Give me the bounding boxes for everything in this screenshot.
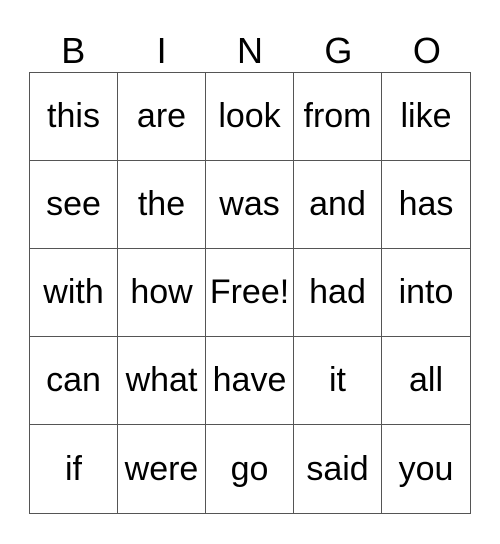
bingo-cell[interactable]: was	[206, 161, 294, 249]
bingo-cell[interactable]: have	[206, 337, 294, 425]
header-letter: O	[412, 30, 441, 71]
bingo-cell[interactable]: the	[118, 161, 206, 249]
bingo-cell[interactable]: what	[118, 337, 206, 425]
bingo-cell[interactable]: had	[294, 249, 382, 337]
bingo-cell[interactable]: see	[30, 161, 118, 249]
bingo-cell[interactable]: and	[294, 161, 382, 249]
header-letter: G	[324, 30, 353, 71]
bingo-cell[interactable]: you	[382, 425, 470, 513]
bingo-cell[interactable]: all	[382, 337, 470, 425]
bingo-cell[interactable]: can	[30, 337, 118, 425]
bingo-cell[interactable]: said	[294, 425, 382, 513]
bingo-cell[interactable]: are	[118, 73, 206, 161]
bingo-cell[interactable]: from	[294, 73, 382, 161]
bingo-header: B I N G O	[29, 30, 471, 72]
bingo-cell[interactable]: like	[382, 73, 470, 161]
bingo-grid: this are look from like see the was and has with ho…	[29, 72, 471, 514]
header-letter: N	[237, 30, 264, 71]
bingo-cell[interactable]: into	[382, 249, 470, 337]
bingo-cell[interactable]: it	[294, 337, 382, 425]
header-letter: I	[156, 30, 167, 71]
bingo-cell[interactable]: how	[118, 249, 206, 337]
bingo-cell[interactable]: this	[30, 73, 118, 161]
bingo-cell[interactable]: has	[382, 161, 470, 249]
bingo-cell[interactable]: go	[206, 425, 294, 513]
bingo-cell[interactable]: with	[30, 249, 118, 337]
bingo-cell[interactable]: Free!	[206, 249, 294, 337]
bingo-cell[interactable]: were	[118, 425, 206, 513]
bingo-cell[interactable]: if	[30, 425, 118, 513]
header-letter: B	[61, 30, 86, 71]
bingo-cell[interactable]: look	[206, 73, 294, 161]
